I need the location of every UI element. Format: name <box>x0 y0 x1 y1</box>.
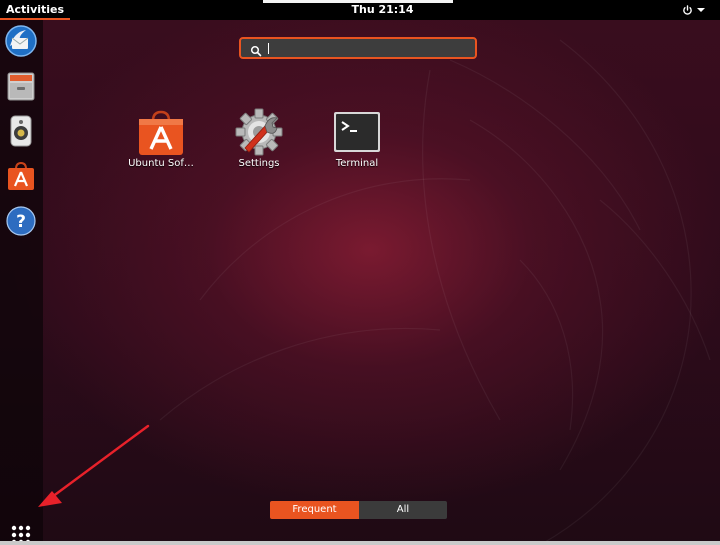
settings-gear-icon <box>235 108 283 156</box>
chevron-down-icon <box>697 8 705 12</box>
terminal-icon <box>334 112 380 152</box>
dock-item-thunderbird[interactable] <box>4 24 38 58</box>
dock-item-rhythmbox[interactable] <box>4 114 38 148</box>
app-terminal[interactable]: Terminal <box>312 104 402 176</box>
text-caret <box>268 43 269 54</box>
dock-item-help[interactable]: ? <box>4 204 38 238</box>
question-mark-icon: ? <box>6 206 36 236</box>
search-input[interactable] <box>267 40 467 56</box>
all-button[interactable]: All <box>359 501 447 519</box>
speaker-icon <box>10 115 32 147</box>
search-icon <box>250 42 262 57</box>
frequent-button[interactable]: Frequent <box>270 501 359 519</box>
dock: ? <box>0 20 43 545</box>
annotation-arrow <box>38 424 150 507</box>
ubuntu-software-icon <box>139 110 183 155</box>
desktop-screen: Activities Thu 21:14 ? Ubuntu Sof… Setti… <box>0 0 720 545</box>
shopping-bag-icon <box>8 161 34 190</box>
file-cabinet-icon <box>7 72 35 101</box>
thunderbird-mail-icon <box>5 25 37 57</box>
app-label: Settings <box>238 158 280 169</box>
app-label: Ubuntu Sof… <box>128 158 194 169</box>
bottom-edge-strip <box>0 541 720 545</box>
svg-text:?: ? <box>16 212 26 232</box>
app-ubuntu-software[interactable]: Ubuntu Sof… <box>116 104 206 176</box>
view-toggle: Frequent All <box>270 501 447 519</box>
app-settings[interactable]: Settings <box>214 104 304 176</box>
top-bar: Activities Thu 21:14 <box>0 0 720 20</box>
dock-item-files[interactable] <box>4 69 38 103</box>
search-box[interactable] <box>239 37 477 59</box>
system-menu-button[interactable] <box>682 2 712 18</box>
dock-item-ubuntu-software[interactable] <box>4 159 38 193</box>
power-icon <box>683 4 692 15</box>
wallpaper-background <box>159 39 711 545</box>
app-label: Terminal <box>335 158 379 169</box>
clock[interactable]: Thu 21:14 <box>0 0 720 19</box>
